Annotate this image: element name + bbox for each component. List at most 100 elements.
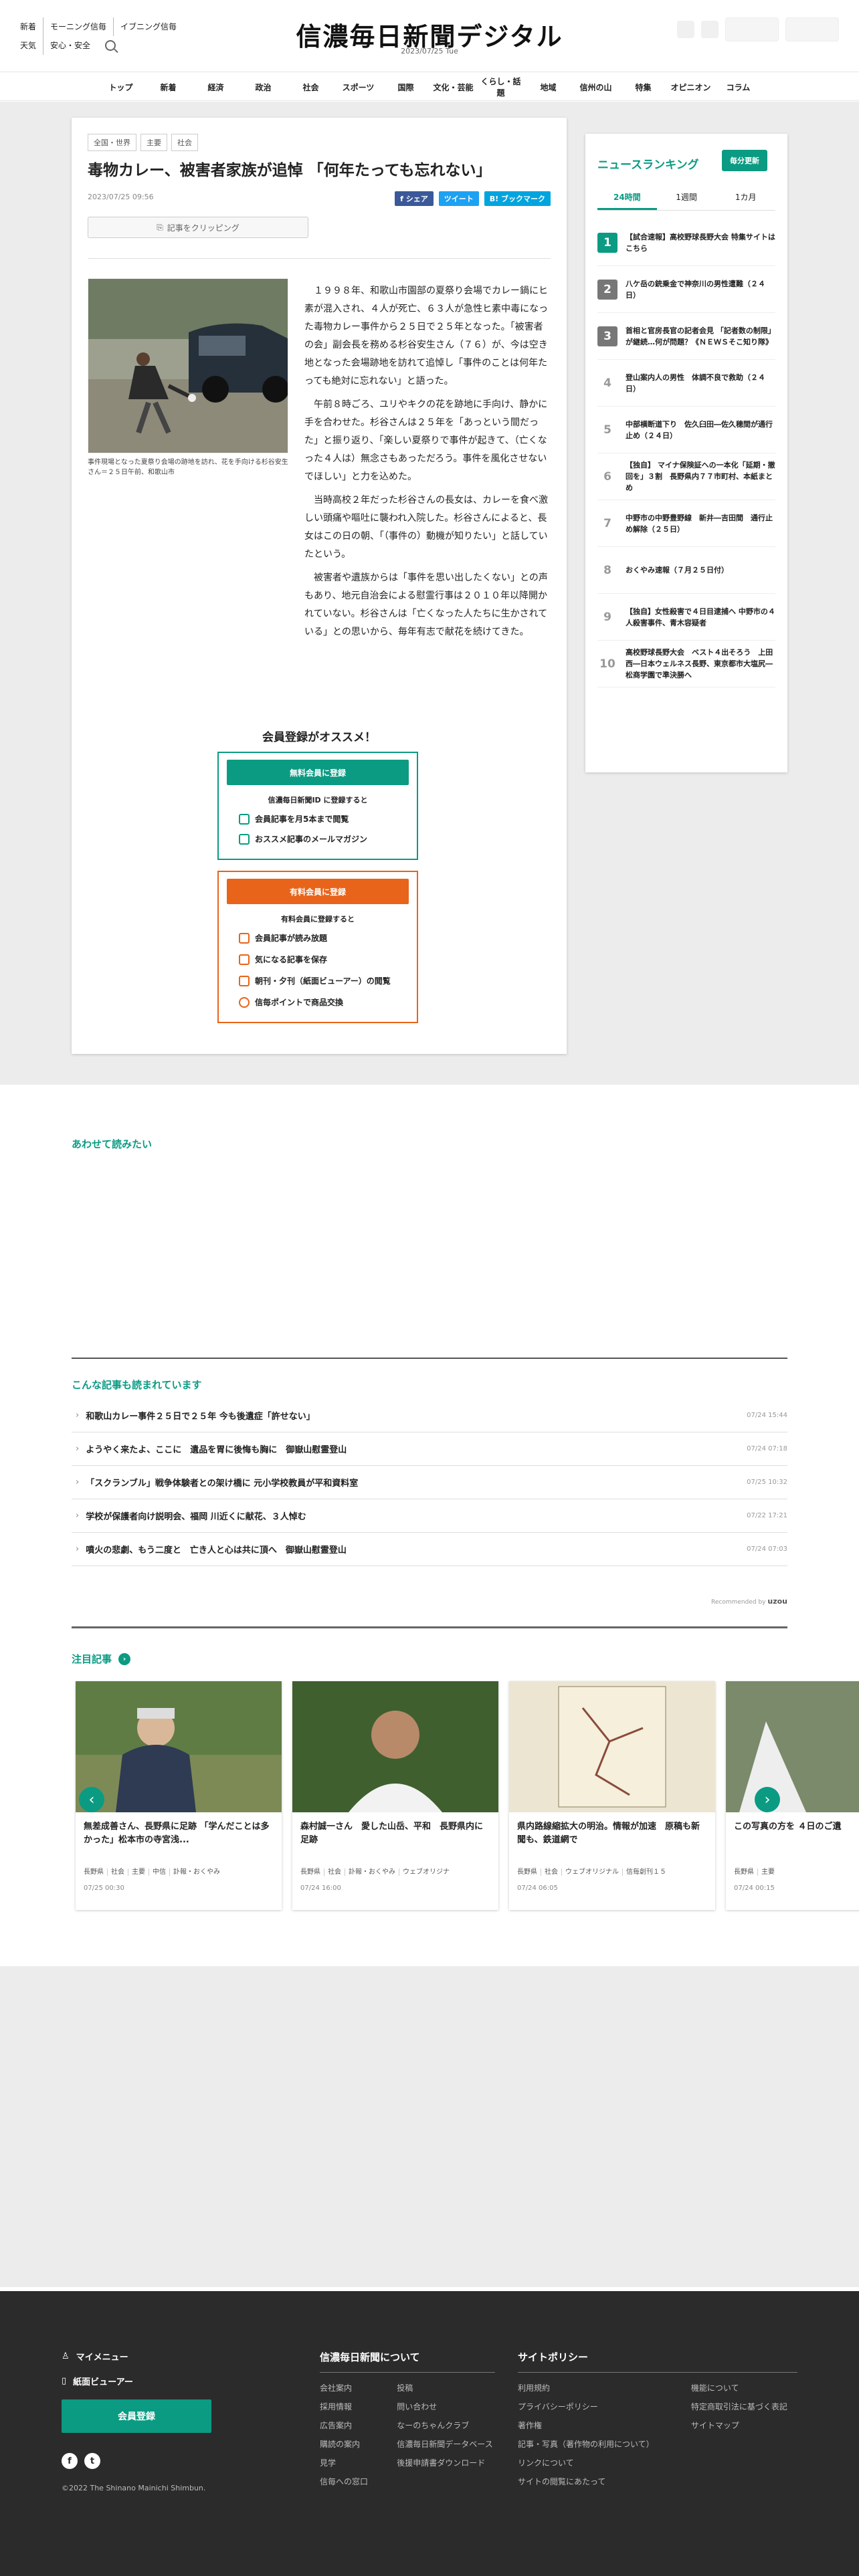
- featured-image: [292, 1681, 498, 1812]
- tab-1week[interactable]: 1週間: [657, 191, 717, 210]
- footer-link[interactable]: 会社案内: [320, 2382, 370, 2401]
- footer-link[interactable]: なーのちゃんクラブ: [397, 2420, 495, 2438]
- recommended-by: Recommended by uzou: [711, 1597, 787, 1606]
- carousel-next-button[interactable]: ›: [755, 1787, 780, 1812]
- nav-culture[interactable]: 文化・芸能: [430, 82, 477, 93]
- footer-link[interactable]: 購読の案内: [320, 2438, 370, 2457]
- article-icon: [239, 932, 250, 944]
- ranking-item[interactable]: 2 八ケ岳の銃乗金で神奈川の男性遭難（２４日）: [597, 266, 775, 313]
- nav-opinion[interactable]: オピニオン: [667, 82, 714, 93]
- divider: [88, 258, 551, 259]
- footer-link[interactable]: 問い合わせ: [397, 2401, 495, 2420]
- footer-link[interactable]: 見学: [320, 2457, 370, 2476]
- paid-benefit-1: 会員記事が読み放題: [239, 932, 327, 944]
- tab-1month[interactable]: 1カ月: [716, 191, 775, 210]
- popular-title: こんな記事も読まれています: [72, 1379, 202, 1391]
- tag-society[interactable]: 社会: [171, 134, 198, 151]
- featured-card[interactable]: 森村誠一さん 愛した山岳、平和 長野県内に足跡 長野県 社会 訃報・おくやみ ウェブオ…: [292, 1681, 498, 1910]
- ranking-title: ニュースランキング: [597, 158, 699, 172]
- footer-register-button[interactable]: 会員登録: [62, 2399, 211, 2433]
- footer-link[interactable]: サイトの閲覧にあたって: [518, 2476, 664, 2494]
- article-card: 全国・世界 主要 社会 毒物カレー、被害者家族が追悼 「何年たっても忘れない」 …: [72, 118, 567, 1054]
- related-item[interactable]: ようやく来たよ、ここに 遺品を胃に後悔も胸に 御嶽山慰霊登山 07/24 07:1…: [72, 1432, 787, 1466]
- twitter-share-button[interactable]: ツイート: [438, 191, 479, 206]
- related-item[interactable]: 「スクランブル」戦争体験者との架け橋に 元小学校教員が平和資料室 07/25 10…: [72, 1466, 787, 1499]
- footer-link[interactable]: 後援申請書ダウンロード: [397, 2457, 495, 2476]
- related-item[interactable]: 学校が保護者向け説明会、福岡 川近くに献花、３人悼む 07/22 17:21: [72, 1499, 787, 1533]
- ranking-badge: 毎分更新: [722, 150, 767, 171]
- article-paragraph: 午前８時ごろ、ユリやキクの花を跡地に手向け、静かに手を合わせた。杉谷さんは２５年…: [304, 399, 548, 482]
- related-item[interactable]: 和歌山カレー事件２５日で２５年 今も後遺症「許せない」 07/24 15:44: [72, 1399, 787, 1432]
- footer-link[interactable]: プライバシーポリシー: [518, 2401, 664, 2420]
- footer-link[interactable]: 利用規約: [518, 2382, 664, 2401]
- footer-viewer[interactable]: ▯ 紙面ビューアー: [62, 2375, 211, 2387]
- footer-link[interactable]: 機能について: [691, 2382, 797, 2401]
- ranking-item[interactable]: 7 中野市の中野豊野線 新井―吉田間 通行止め解除（２５日）: [597, 500, 775, 547]
- nav-mountains[interactable]: 信州の山: [572, 82, 619, 93]
- article-photo[interactable]: [88, 278, 288, 453]
- nav-features[interactable]: 特集: [619, 82, 667, 93]
- ranking-item[interactable]: 3 首相と官房長官の記者会見 「記者数の制限」が継続…何が問題？《ＮＥＷＳそこ知り…: [597, 313, 775, 360]
- hatena-bookmark-button[interactable]: B! ブックマーク: [484, 191, 551, 206]
- tag-world[interactable]: 全国・世界: [88, 134, 136, 151]
- nav-new[interactable]: 新着: [145, 82, 192, 93]
- ranking-item-title: 中野市の中野豊野線 新井―吉田間 通行止め解除（２５日）: [626, 513, 773, 534]
- clip-article-button[interactable]: ⎘ 記事をクリッピング: [88, 217, 308, 238]
- ranking-item[interactable]: 8 おくやみ速報（７月２５日付）: [597, 547, 775, 594]
- ranking-item[interactable]: 10 高校野球長野大会 ベスト４出そろう 上田西―日本ウェルネス長野、東京都市大塩…: [597, 641, 775, 687]
- facebook-share-button[interactable]: f シェア: [395, 191, 434, 206]
- nav-sports[interactable]: スポーツ: [335, 82, 382, 93]
- nav-column[interactable]: コラム: [714, 82, 762, 93]
- footer-link[interactable]: 信濃毎日新聞データベース: [397, 2438, 495, 2457]
- twitter-icon[interactable]: t: [84, 2453, 100, 2469]
- point-icon: [239, 996, 250, 1008]
- featured-card-tags: 長野県 社会 主要 中信 訃報・おくやみ: [84, 1866, 223, 1876]
- related-list: 和歌山カレー事件２５日で２５年 今も後遺症「許せない」 07/24 15:44 よう…: [72, 1399, 787, 1566]
- ranking-item-title: 八ケ岳の銃乗金で神奈川の男性遭難（２４日）: [626, 279, 765, 300]
- menu-icon[interactable]: [677, 21, 694, 38]
- nav-region[interactable]: 地域: [524, 82, 572, 93]
- header-register-button[interactable]: [785, 17, 839, 41]
- ranking-item[interactable]: 5 中部横断道下り 佐久臼田―佐久穂間が通行止め（２４日）: [597, 407, 775, 453]
- footer-link[interactable]: 広告案内: [320, 2420, 370, 2438]
- nav-life[interactable]: くらし・話題: [477, 76, 524, 98]
- nav-politics[interactable]: 政治: [240, 82, 287, 93]
- nav-top[interactable]: トップ: [97, 82, 145, 93]
- nav-economy[interactable]: 経済: [192, 82, 240, 93]
- divider: [72, 1626, 787, 1628]
- footer-link[interactable]: 信毎への窓口: [320, 2476, 370, 2494]
- nav-society[interactable]: 社会: [287, 82, 335, 93]
- footer-link[interactable]: 採用情報: [320, 2401, 370, 2420]
- footer-link[interactable]: 投稿: [397, 2382, 495, 2401]
- related-item-date: 07/24 15:44: [747, 1412, 787, 1419]
- footer-link[interactable]: サイトマップ: [691, 2420, 797, 2438]
- facebook-icon[interactable]: f: [62, 2453, 78, 2469]
- featured-card[interactable]: 県内路線縮拡大の明治。情報が加速 原稿も新聞も、鉄道網で 長野県 社会 ウェブオリジ…: [509, 1681, 715, 1910]
- ranking-item[interactable]: 1 【試合速報】高校野球長野大会 特集サイトはこちら: [597, 219, 775, 266]
- ranking-item[interactable]: 4 登山案内人の男性 体調不良で救助（２４日）: [597, 360, 775, 407]
- footer-link[interactable]: リンクについて: [518, 2457, 664, 2476]
- footer-link[interactable]: 記事・写真（著作物の利用について）: [518, 2438, 664, 2457]
- featured-image: [509, 1681, 715, 1812]
- footer-my-menu[interactable]: ♙ マイメニュー: [62, 2350, 211, 2363]
- featured-card[interactable]: この写真の方を ４日のご遺 長野県 主要 07/24 00:15: [726, 1681, 859, 1910]
- ranking-item[interactable]: 6 【独自】 マイナ保険証への一本化「延期・撤回を」３割 長野県内７７市町村、本紙…: [597, 453, 775, 500]
- paid-register-button[interactable]: 有料会員に登録: [227, 879, 409, 904]
- ranking-item[interactable]: 9 【独自】女性殺害で４日目逮捕へ 中野市の４人殺害事件、青木容疑者: [597, 594, 775, 641]
- free-register-button[interactable]: 無料会員に登録: [227, 760, 409, 785]
- footer-link[interactable]: 著作権: [518, 2420, 664, 2438]
- carousel-prev-button[interactable]: ‹: [79, 1787, 104, 1812]
- nav-world[interactable]: 国際: [382, 82, 430, 93]
- arrow-right-icon[interactable]: ›: [118, 1652, 131, 1665]
- related-item[interactable]: 噴火の悲劇、もう二度と 亡き人と心は共に頂へ 御嶽山慰霊登山 07/24 07:0…: [72, 1533, 787, 1566]
- featured-card[interactable]: 無差成善さん、長野県に足跡 「学んだことは多かった」松本市の寺宮浅... 長野県…: [76, 1681, 282, 1910]
- tab-24h[interactable]: 24時間: [597, 191, 657, 210]
- header-login-button[interactable]: [725, 17, 779, 41]
- user-icon[interactable]: [701, 21, 719, 38]
- tag-main[interactable]: 主要: [140, 134, 167, 151]
- social-links: f t: [62, 2453, 211, 2469]
- footer-link[interactable]: 特定商取引法に基づく表記: [691, 2401, 797, 2420]
- featured-card-tags: 長野県 主要: [734, 1866, 778, 1876]
- header-actions: [677, 17, 839, 41]
- paid-benefit-3: 朝刊・夕刊（紙面ビューアー）の閲覧: [239, 975, 391, 986]
